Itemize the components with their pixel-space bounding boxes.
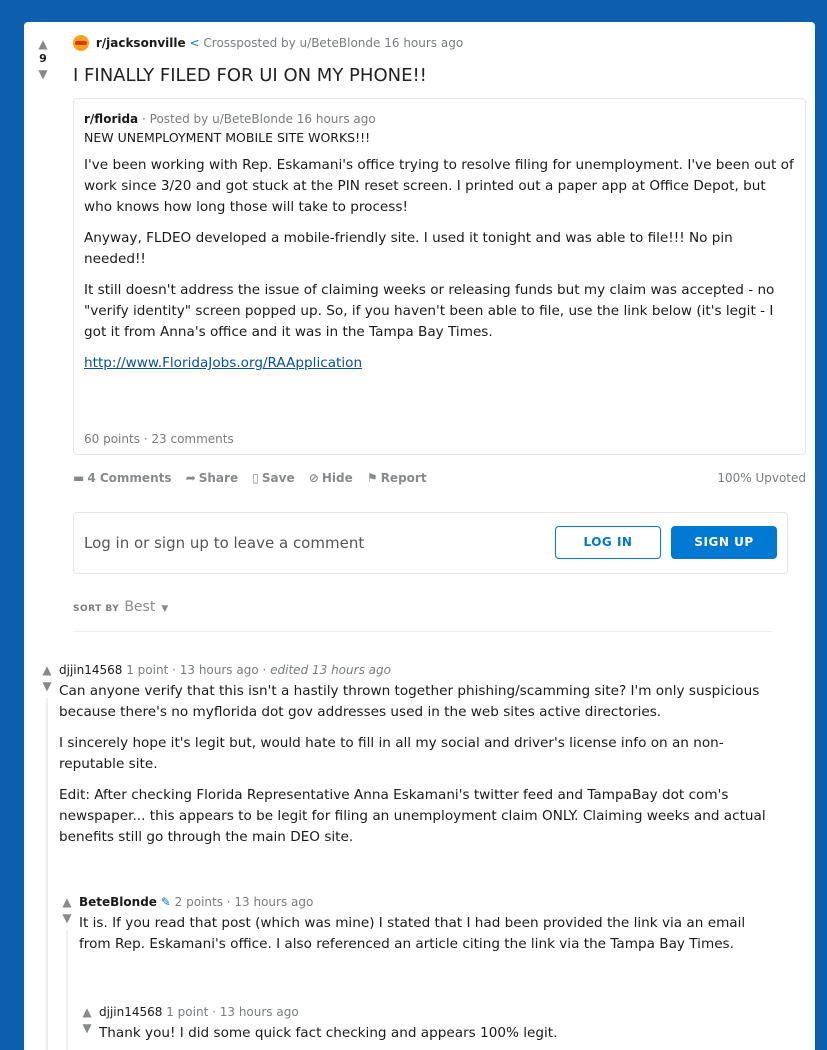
post-meta: r/jacksonville < Crossposted by u/BeteBl… — [73, 35, 463, 51]
login-button[interactable]: LOG IN — [555, 526, 661, 559]
sort-label: SORT BY — [73, 604, 120, 614]
report-label: Report — [380, 471, 427, 485]
crosspost-link[interactable]: http://www.FloridaJobs.org/RAApplication — [84, 355, 362, 371]
subreddit-icon[interactable] — [73, 35, 89, 51]
comment-paragraph: Thank you! I did some quick fact checkin… — [99, 1025, 558, 1041]
post-score: 9 — [39, 52, 47, 65]
comment-body: Thank you! I did some quick fact checkin… — [99, 1023, 769, 1044]
flag-icon: ⚑ — [366, 471, 378, 485]
upvoted-percentage: 100% Upvoted — [717, 471, 806, 485]
subreddit-link[interactable]: r/jacksonville — [96, 36, 186, 50]
comment-vote-column: ▲ ▼ — [78, 1004, 96, 1036]
comments-label: 4 Comments — [87, 471, 172, 485]
comment-body: Can anyone verify that this isn't a hast… — [59, 681, 771, 848]
crosspost-meta: r/florida · Posted by u/BeteBlonde 16 ho… — [84, 111, 795, 127]
hide-button[interactable]: ⊘ Hide — [309, 467, 353, 489]
comment-meta: djjin14568 1 point · 13 hours ago · edit… — [59, 662, 771, 678]
comment-author[interactable]: djjin14568 — [59, 663, 122, 677]
comment-paragraph: Edit: After checking Florida Representat… — [59, 787, 766, 845]
comments-button[interactable]: ▬ 4 Comments — [73, 467, 172, 489]
downvote-arrow-icon[interactable]: ▼ — [78, 1020, 96, 1036]
crosspost-subreddit[interactable]: r/florida — [84, 112, 138, 126]
comment-paragraph: Can anyone verify that this isn't a hast… — [59, 683, 760, 720]
bookmark-icon: ▯ — [252, 471, 259, 485]
downvote-arrow-icon[interactable]: ▼ — [33, 66, 53, 82]
login-prompt-box: Log in or sign up to leave a comment LOG… — [73, 512, 788, 574]
thread-line[interactable] — [46, 698, 48, 1050]
pen-icon: ✎ — [160, 895, 171, 909]
post-vote-column: ▲ 9 ▼ — [33, 36, 53, 82]
comment-info: 2 points · 13 hours ago — [174, 895, 314, 909]
upvote-arrow-icon[interactable]: ▲ — [33, 36, 53, 52]
share-button[interactable]: ➦ Share — [186, 467, 238, 489]
save-label: Save — [261, 471, 295, 485]
comment-meta: djjin14568 1 point · 13 hours ago — [99, 1004, 769, 1020]
save-button[interactable]: ▯ Save — [252, 467, 294, 489]
report-button[interactable]: ⚑ Report — [367, 467, 427, 489]
crosspost-paragraph: Anyway, FLDEO developed a mobile-friendl… — [84, 230, 733, 267]
comment-edited: edited 13 hours ago — [270, 663, 391, 677]
crosspost-title: NEW UNEMPLOYMENT MOBILE SITE WORKS!!! — [84, 130, 371, 145]
comment-vote-column: ▲ ▼ — [58, 894, 76, 926]
crosspost-paragraph: It still doesn't address the issue of cl… — [84, 282, 775, 340]
hide-label: Hide — [321, 471, 353, 485]
downvote-arrow-icon[interactable]: ▼ — [38, 678, 56, 694]
thread-line[interactable] — [66, 930, 68, 1050]
crosspost-stats: 60 points · 23 comments — [84, 432, 234, 446]
comment-paragraph: It is. If you read that post (which was … — [79, 915, 746, 952]
crosspost-info: Crossposted by u/BeteBlonde 16 hours ago — [203, 36, 464, 50]
comment-info: 1 point · 13 hours ago — [166, 1005, 299, 1019]
comment-paragraph: I sincerely hope it's legit but, would h… — [59, 735, 724, 772]
crosspost-box[interactable]: r/florida · Posted by u/BeteBlonde 16 ho… — [73, 98, 806, 455]
share-icon: ➦ — [185, 471, 196, 485]
comment-vote-column: ▲ ▼ — [38, 662, 56, 694]
chevron-down-icon: ▼ — [161, 604, 169, 614]
post-title: I FINALLY FILED FOR UI ON MY PHONE!! — [73, 65, 427, 86]
comment-icon: ▬ — [73, 471, 85, 485]
crosspost-paragraph: I've been working with Rep. Eskamani's o… — [84, 157, 794, 215]
comment-author[interactable]: BeteBlonde — [79, 895, 157, 909]
comment-body: It is. If you read that post (which was … — [79, 913, 769, 955]
sort-value: Best — [124, 599, 156, 615]
crosspost-body: I've been working with Rep. Eskamani's o… — [84, 155, 795, 374]
divider — [73, 631, 773, 632]
comment-author[interactable]: djjin14568 — [99, 1005, 162, 1019]
upvote-arrow-icon[interactable]: ▲ — [58, 894, 76, 910]
comment-info: 1 point · 13 hours ago · — [126, 663, 267, 677]
post-card: ▲ 9 ▼ r/jacksonville < Crossposted by u/… — [24, 22, 815, 1050]
crosspost-posted-by: · Posted by u/BeteBlonde 16 hours ago — [142, 112, 376, 126]
signup-button[interactable]: SIGN UP — [671, 526, 777, 559]
downvote-arrow-icon[interactable]: ▼ — [58, 910, 76, 926]
hide-icon: ⊘ — [308, 471, 319, 485]
login-prompt-text: Log in or sign up to leave a comment — [84, 534, 365, 552]
post-actions-bar: ▬ 4 Comments ➦ Share ▯ Save ⊘ Hide ⚑ Report 1… — [73, 467, 806, 489]
sort-dropdown[interactable]: SORT BY Best ▼ — [73, 598, 169, 618]
comment-meta: BeteBlonde ✎ 2 points · 13 hours ago — [79, 894, 769, 910]
upvote-arrow-icon[interactable]: ▲ — [38, 662, 56, 678]
upvote-arrow-icon[interactable]: ▲ — [78, 1004, 96, 1020]
share-label: Share — [198, 471, 239, 485]
crosspost-icon: < — [189, 36, 200, 50]
